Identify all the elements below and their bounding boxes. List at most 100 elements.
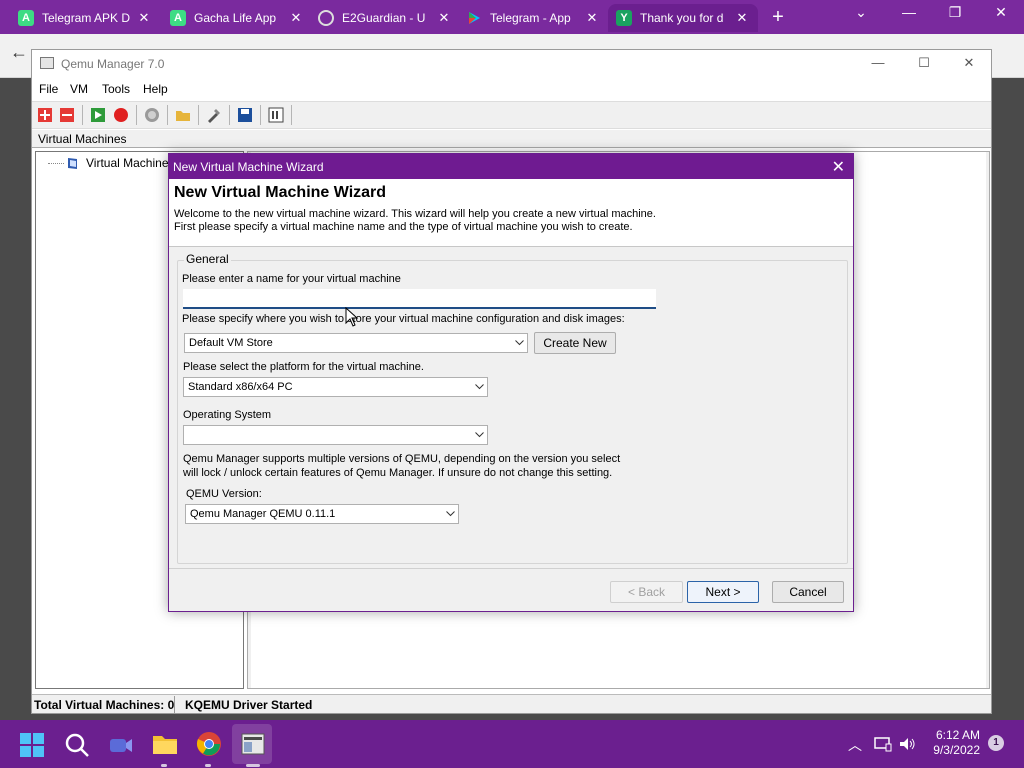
file-explorer-icon[interactable]	[152, 731, 178, 757]
search-icon[interactable]	[64, 732, 90, 758]
disk-image-icon[interactable]	[268, 107, 284, 123]
qemu-version-select[interactable]: Qemu Manager QEMU 0.11.1	[185, 504, 459, 524]
chrome-icon[interactable]	[196, 731, 222, 757]
close-icon[interactable]: ✕	[955, 55, 983, 71]
tab-title: Telegram APK D	[42, 11, 131, 25]
back-button[interactable]: < Back	[610, 581, 683, 603]
status-driver: KQEMU Driver Started	[185, 698, 313, 712]
platform-select[interactable]: Standard x86/x64 PC	[183, 377, 488, 397]
brand-y-icon: Y	[616, 10, 632, 26]
qemu-version-note: Qemu Manager supports multiple versions …	[183, 453, 621, 465]
wizard-heading: New Virtual Machine Wizard	[174, 184, 387, 201]
wizard-description: Welcome to the new virtual machine wizar…	[174, 208, 656, 220]
toolbar-separator	[229, 105, 230, 125]
platform-label: Please select the platform for the virtu…	[183, 361, 424, 373]
tools-icon[interactable]	[206, 107, 222, 123]
close-tab-icon[interactable]: ✕	[136, 10, 152, 26]
vm-name-input[interactable]	[183, 289, 656, 309]
new-vm-wizard-dialog: New Virtual Machine Wizard ✕ New Virtual…	[168, 153, 854, 612]
tab-title: Gacha Life App	[194, 11, 277, 25]
notification-badge[interactable]: 1	[988, 735, 1004, 751]
back-arrow-icon[interactable]: ←	[10, 42, 28, 63]
tree-item-virtual-machines[interactable]: Virtual Machines	[48, 156, 175, 170]
running-indicator	[205, 764, 211, 767]
tab-title: Telegram - App	[490, 11, 571, 25]
vm-store-select[interactable]: Default VM Store	[184, 333, 528, 353]
browser-tab[interactable]: A Telegram APK D ✕	[10, 4, 160, 32]
windows-start-icon[interactable]	[20, 733, 44, 757]
chevron-down-icon	[471, 378, 487, 396]
close-tab-icon[interactable]: ✕	[584, 10, 600, 26]
browser-tab[interactable]: Telegram - App ✕	[458, 4, 608, 32]
toolbar-separator	[260, 105, 261, 125]
system-clock[interactable]: 6:12 AM 9/3/2022	[933, 728, 980, 758]
qemu-manager-taskbar-icon[interactable]	[240, 731, 266, 757]
menu-file[interactable]: File	[39, 82, 58, 96]
browser-tab-strip: A Telegram APK D ✕ A Gacha Life App ✕ E2…	[0, 0, 1024, 34]
menu-vm[interactable]: VM	[70, 82, 88, 96]
remove-vm-icon[interactable]	[59, 107, 75, 123]
tree-item-label: Virtual Machines	[86, 156, 175, 170]
add-vm-icon[interactable]	[37, 107, 53, 123]
tab-search-icon[interactable]: ⌄	[846, 4, 876, 21]
status-bar: Total Virtual Machines: 0 KQEMU Driver S…	[32, 694, 991, 713]
os-select[interactable]	[183, 425, 488, 445]
view-tabs: Virtual Machines	[32, 130, 991, 148]
restore-icon[interactable]: ❐	[940, 4, 970, 21]
android-icon: A	[18, 10, 34, 26]
new-tab-button[interactable]: +	[766, 6, 790, 30]
tab-title: E2Guardian - U	[342, 11, 426, 25]
volume-icon[interactable]	[898, 736, 916, 752]
tab-virtual-machines[interactable]: Virtual Machines	[38, 132, 127, 146]
menu-bar: File VM Tools Help	[32, 80, 991, 100]
play-store-icon	[466, 10, 482, 26]
menu-tools[interactable]: Tools	[102, 82, 130, 96]
chevron-up-icon[interactable]: ︿	[848, 735, 862, 755]
open-folder-icon[interactable]	[175, 107, 191, 123]
qemu-version-note: will lock / unlock certain features of Q…	[183, 467, 613, 479]
vm-folder-icon	[68, 158, 77, 169]
qemu-title-bar: Qemu Manager 7.0 — ☐ ✕	[32, 50, 991, 78]
save-icon[interactable]	[237, 107, 253, 123]
cancel-button[interactable]: Cancel	[772, 581, 844, 603]
maximize-icon[interactable]: ☐	[910, 55, 938, 71]
tree-connector	[48, 162, 64, 164]
close-tab-icon[interactable]: ✕	[734, 10, 750, 26]
app-icon	[40, 57, 54, 69]
create-new-button[interactable]: Create New	[534, 332, 616, 354]
close-tab-icon[interactable]: ✕	[288, 10, 304, 26]
minimize-icon[interactable]: —	[894, 4, 924, 20]
minimize-icon[interactable]: —	[864, 55, 892, 70]
play-icon[interactable]	[90, 107, 106, 123]
wizard-title-bar: New Virtual Machine Wizard ✕	[169, 154, 853, 179]
vm-store-label: Please specify where you wish to store y…	[182, 313, 625, 325]
os-label: Operating System	[183, 409, 272, 421]
tab-title: Thank you for d	[640, 11, 724, 25]
close-icon[interactable]: ✕	[986, 4, 1016, 21]
network-globe-icon[interactable]	[144, 107, 160, 123]
next-button[interactable]: Next >	[687, 581, 759, 603]
menu-help[interactable]: Help	[143, 82, 168, 96]
wizard-description: First please specify a virtual machine n…	[174, 221, 633, 233]
network-icon[interactable]	[874, 736, 892, 752]
toolbar	[32, 101, 991, 129]
toolbar-separator	[167, 105, 168, 125]
globe-icon	[318, 10, 334, 26]
video-chat-icon[interactable]	[108, 732, 134, 758]
running-indicator	[161, 764, 167, 767]
status-divider	[174, 696, 175, 713]
qemu-version-value: Qemu Manager QEMU 0.11.1	[190, 508, 336, 520]
browser-tab-active[interactable]: Y Thank you for d ✕	[608, 4, 758, 32]
browser-tab[interactable]: A Gacha Life App ✕	[162, 4, 312, 32]
toolbar-separator	[82, 105, 83, 125]
browser-tab[interactable]: E2Guardian - U ✕	[310, 4, 460, 32]
chevron-down-icon	[442, 505, 458, 523]
stop-icon[interactable]	[113, 107, 129, 123]
vm-name-label: Please enter a name for your virtual mac…	[182, 273, 401, 285]
toolbar-separator	[198, 105, 199, 125]
mouse-cursor-icon	[345, 307, 359, 327]
close-tab-icon[interactable]: ✕	[436, 10, 452, 26]
vm-store-value: Default VM Store	[189, 337, 273, 349]
close-icon[interactable]: ✕	[832, 157, 845, 177]
general-group-label: General	[184, 252, 231, 266]
